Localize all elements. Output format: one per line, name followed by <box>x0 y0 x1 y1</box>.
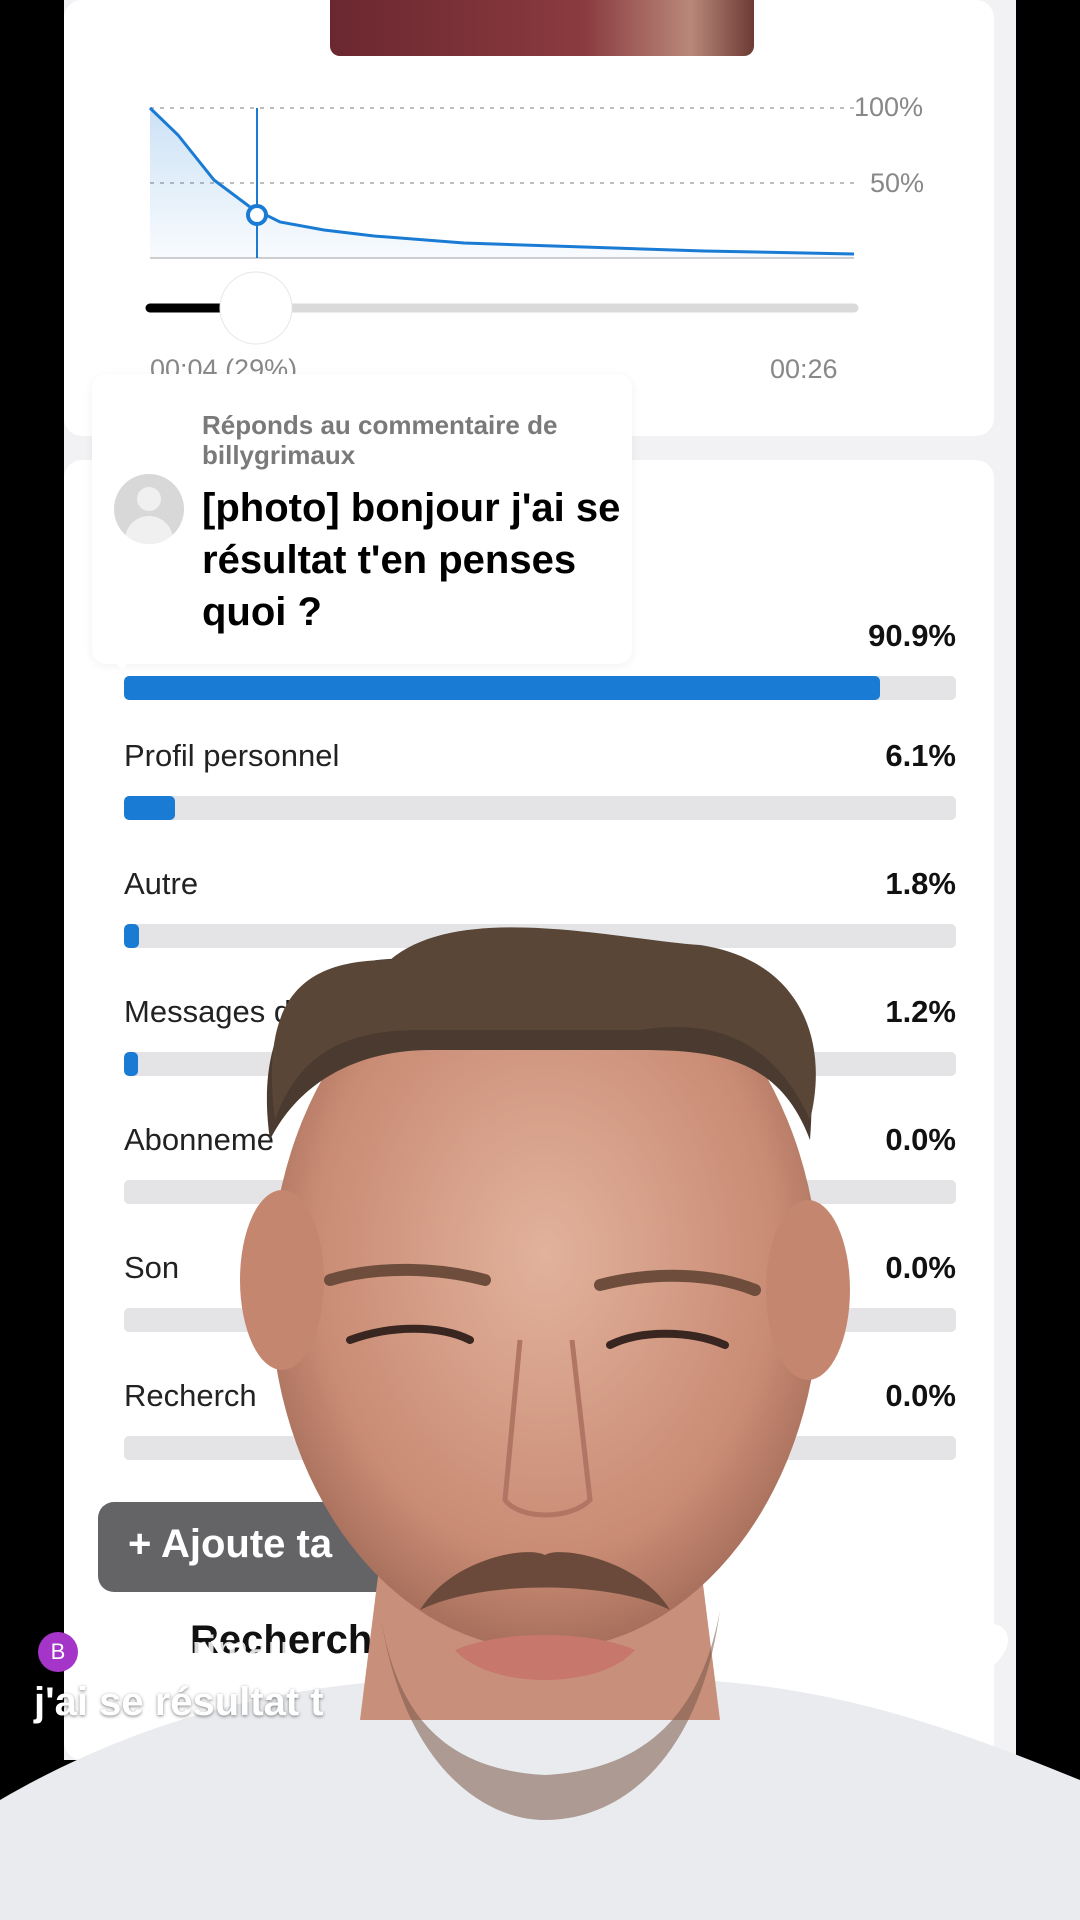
ear-right <box>766 1200 850 1380</box>
commenter-username[interactable]: billygrimau <box>98 1628 290 1670</box>
comment-text: j'ai se résultat t <box>34 1680 324 1724</box>
ear-left <box>240 1190 324 1370</box>
like-count: 0 <box>967 1692 985 1728</box>
heart-icon[interactable] <box>944 1622 1010 1682</box>
video-frame[interactable]: 100% 50% 00:04 (29%) 00:26 90.9% Profil p… <box>0 0 1080 1920</box>
commenter-avatar[interactable]: B <box>38 1632 78 1672</box>
